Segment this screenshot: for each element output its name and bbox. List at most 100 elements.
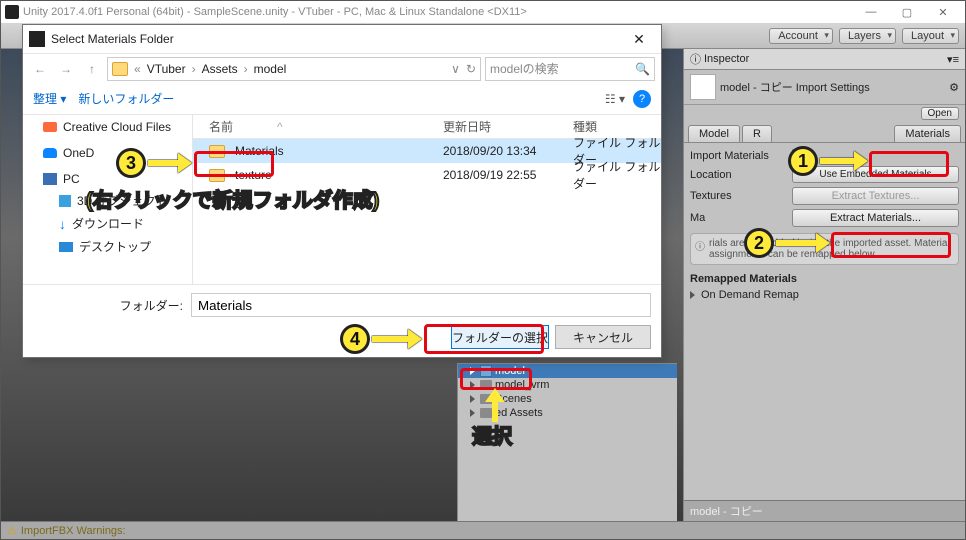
tab-model[interactable]: Model <box>688 125 740 142</box>
cancel-button[interactable]: キャンセル <box>555 325 651 349</box>
nav-up-button[interactable]: ↑ <box>81 58 103 80</box>
folder-name-input[interactable] <box>191 293 651 317</box>
on-demand-remap[interactable]: On Demand Remap <box>701 289 799 301</box>
extract-materials-button[interactable]: Extract Materials... <box>792 209 959 227</box>
file-type: ファイル フォルダー <box>573 158 661 192</box>
layout-dropdown[interactable]: Layout <box>902 28 959 44</box>
expand-icon[interactable] <box>690 291 695 299</box>
folder-label: フォルダー: <box>33 297 183 314</box>
column-type[interactable]: 種類 <box>573 118 661 135</box>
dialog-titlebar: Select Materials Folder ✕ <box>23 25 661 53</box>
new-folder-button[interactable]: 新しいフォルダー <box>78 90 174 107</box>
warning-icon: ⚠ <box>7 524 17 537</box>
breadcrumb-item[interactable]: Assets <box>202 62 238 76</box>
dialog-title: Select Materials Folder <box>51 32 174 46</box>
dialog-sidebar: Creative Cloud Files OneD PC 3D オブジェクト ↓… <box>23 115 193 284</box>
label-import-materials: Import Materials <box>690 150 788 162</box>
sidebar-item-desktop[interactable]: デスクトップ <box>23 235 192 258</box>
info-text: rials are embedded inside the imported a… <box>709 238 954 260</box>
tab-materials[interactable]: Materials <box>894 125 961 142</box>
cube-icon <box>59 195 71 207</box>
dropdown-icon[interactable]: ∨ <box>451 62 460 76</box>
folder-icon <box>112 62 128 76</box>
expand-icon[interactable] <box>470 367 475 375</box>
column-name[interactable]: 名前 <box>209 118 233 135</box>
project-item-model[interactable]: model <box>458 364 677 378</box>
sidebar-item-3d[interactable]: 3D オブジェクト <box>23 189 192 212</box>
file-list: 名前^ 更新日時 種類 Materials 2018/09/20 13:34 フ… <box>193 115 661 284</box>
expand-icon[interactable] <box>470 409 475 417</box>
breadcrumb-item[interactable]: model <box>254 62 287 76</box>
inspector-panel: ⓘ Inspector ▾≡ model - コピー Import Settin… <box>683 49 965 521</box>
file-row-texture[interactable]: texture 2018/09/19 22:55 ファイル フォルダー <box>193 163 661 187</box>
dialog-toolbar: 整理 ▾ 新しいフォルダー ☷ ▾ ? <box>23 83 661 115</box>
project-item-assets[interactable]: ed Assets <box>458 406 677 420</box>
sidebar-item-download[interactable]: ↓ダウンロード <box>23 212 192 235</box>
expand-icon[interactable] <box>470 395 475 403</box>
nav-back-button[interactable]: ← <box>29 58 51 80</box>
chevron-right-icon: › <box>244 62 248 76</box>
file-date: 2018/09/19 22:55 <box>443 168 573 182</box>
gear-icon[interactable]: ⚙ <box>949 81 959 94</box>
tab-menu-icon[interactable]: ▾≡ <box>947 53 959 66</box>
project-item-label: ed Assets <box>495 407 543 419</box>
sidebar-item-ccloud[interactable]: Creative Cloud Files <box>23 117 192 137</box>
tab-r[interactable]: R <box>742 125 772 142</box>
inspector-icon: ⓘ <box>690 51 701 67</box>
info-icon: ⓘ <box>695 238 705 260</box>
file-name: texture <box>235 168 272 182</box>
sidebar-label: Creative Cloud Files <box>63 120 171 134</box>
asset-thumb <box>690 74 716 100</box>
label-location: Location <box>690 169 788 181</box>
folder-icon <box>480 408 492 418</box>
breadcrumb-item[interactable]: VTuber <box>147 62 186 76</box>
unity-titlebar: Unity 2017.4.0f1 Personal (64bit) - Samp… <box>1 1 965 23</box>
status-bar: ⚠ ImportFBX Warnings: <box>1 521 965 539</box>
sidebar-label: 3D オブジェクト <box>77 192 168 209</box>
expand-icon[interactable] <box>470 381 475 389</box>
column-date[interactable]: 更新日時 <box>443 118 573 135</box>
info-box: ⓘ rials are embedded inside the imported… <box>690 233 959 265</box>
dialog-close-button[interactable]: ✕ <box>623 31 655 48</box>
sidebar-label: デスクトップ <box>79 238 151 255</box>
sidebar-label: ダウンロード <box>72 215 144 232</box>
select-folder-button[interactable]: フォルダーの選択 <box>451 325 549 349</box>
chevron-right-icon: › <box>192 62 196 76</box>
desktop-icon <box>59 242 73 252</box>
organize-button[interactable]: 整理 ▾ <box>33 90 66 107</box>
account-dropdown[interactable]: Account <box>769 28 833 44</box>
location-dropdown[interactable]: Use Embedded Materials <box>792 166 959 183</box>
unity-logo-icon <box>5 5 19 19</box>
folder-dialog: Select Materials Folder ✕ ← → ↑ « VTuber… <box>22 24 662 358</box>
file-name: Materials <box>235 144 284 158</box>
annotation-arrow-select <box>492 402 498 422</box>
refresh-icon[interactable]: ↻ <box>466 62 476 76</box>
inspector-title: model - コピー Import Settings <box>720 79 870 95</box>
sidebar-item-onedrive[interactable]: OneD <box>23 143 192 163</box>
view-options-button[interactable]: ☷ ▾ <box>605 92 625 106</box>
onedrive-icon <box>43 148 57 158</box>
extract-textures-button[interactable]: Extract Textures... <box>792 187 959 205</box>
prefab-icon <box>480 365 492 377</box>
close-button[interactable]: ✕ <box>925 2 961 22</box>
inspector-tab[interactable]: ⓘ Inspector ▾≡ <box>684 49 965 70</box>
minimize-button[interactable]: — <box>853 2 889 22</box>
sidebar-item-pc[interactable]: PC <box>23 169 192 189</box>
folder-icon <box>209 169 225 182</box>
folder-icon <box>209 145 225 158</box>
inspector-footer: model - コピー <box>684 500 965 521</box>
label-materials: Ma <box>690 212 788 224</box>
file-date: 2018/09/20 13:34 <box>443 144 573 158</box>
unity-logo-icon <box>29 31 45 47</box>
import-materials-checkbox[interactable] <box>792 149 805 162</box>
help-icon[interactable]: ? <box>633 90 651 108</box>
nav-forward-button[interactable]: → <box>55 58 77 80</box>
layers-dropdown[interactable]: Layers <box>839 28 896 44</box>
maximize-button[interactable]: ▢ <box>889 2 925 22</box>
remapped-heading: Remapped Materials <box>690 273 959 285</box>
unity-title: Unity 2017.4.0f1 Personal (64bit) - Samp… <box>23 6 527 18</box>
search-input[interactable]: modelの検索 🔍 <box>485 57 655 81</box>
breadcrumb-bar[interactable]: « VTuber › Assets › model ∨ ↻ <box>107 57 481 81</box>
open-button[interactable]: Open <box>921 107 959 120</box>
chevron-right-icon: « <box>134 62 141 76</box>
